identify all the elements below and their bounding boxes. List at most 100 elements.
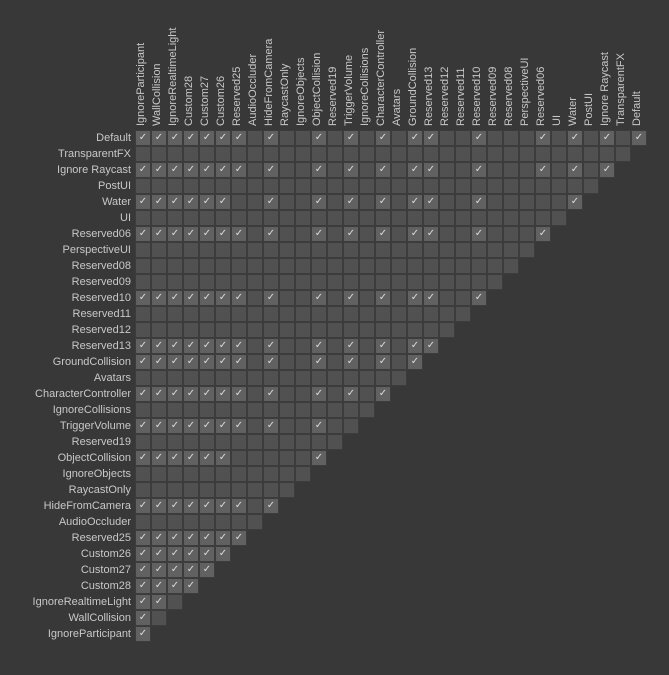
collision-checkbox[interactable] (151, 402, 167, 418)
collision-checkbox[interactable] (183, 258, 199, 274)
collision-checkbox[interactable] (423, 210, 439, 226)
collision-checkbox[interactable] (151, 610, 167, 626)
collision-checkbox[interactable] (359, 242, 375, 258)
collision-checkbox[interactable] (487, 242, 503, 258)
collision-checkbox[interactable] (327, 290, 343, 306)
collision-checkbox[interactable] (551, 178, 567, 194)
collision-checkbox[interactable]: ✓ (135, 354, 151, 370)
collision-checkbox[interactable] (471, 178, 487, 194)
collision-checkbox[interactable] (279, 178, 295, 194)
collision-checkbox[interactable] (167, 274, 183, 290)
collision-checkbox[interactable] (247, 370, 263, 386)
collision-checkbox[interactable] (247, 498, 263, 514)
collision-checkbox[interactable] (215, 402, 231, 418)
collision-checkbox[interactable] (455, 210, 471, 226)
collision-checkbox[interactable] (487, 210, 503, 226)
collision-checkbox[interactable]: ✓ (231, 386, 247, 402)
collision-checkbox[interactable] (215, 146, 231, 162)
collision-checkbox[interactable]: ✓ (135, 610, 151, 626)
collision-checkbox[interactable] (167, 482, 183, 498)
collision-checkbox[interactable]: ✓ (199, 354, 215, 370)
collision-checkbox[interactable] (231, 178, 247, 194)
collision-checkbox[interactable]: ✓ (183, 498, 199, 514)
collision-checkbox[interactable] (519, 242, 535, 258)
collision-checkbox[interactable] (359, 274, 375, 290)
collision-checkbox[interactable]: ✓ (263, 290, 279, 306)
collision-checkbox[interactable] (327, 402, 343, 418)
collision-checkbox[interactable] (151, 242, 167, 258)
collision-checkbox[interactable]: ✓ (151, 530, 167, 546)
collision-checkbox[interactable] (375, 274, 391, 290)
collision-checkbox[interactable] (167, 370, 183, 386)
collision-checkbox[interactable]: ✓ (183, 578, 199, 594)
collision-checkbox[interactable] (327, 418, 343, 434)
collision-checkbox[interactable] (519, 194, 535, 210)
collision-checkbox[interactable] (295, 418, 311, 434)
collision-checkbox[interactable]: ✓ (151, 226, 167, 242)
collision-checkbox[interactable] (135, 434, 151, 450)
collision-checkbox[interactable] (183, 274, 199, 290)
collision-checkbox[interactable] (359, 258, 375, 274)
collision-checkbox[interactable] (279, 210, 295, 226)
collision-checkbox[interactable]: ✓ (135, 130, 151, 146)
collision-checkbox[interactable]: ✓ (167, 562, 183, 578)
collision-checkbox[interactable] (391, 242, 407, 258)
collision-checkbox[interactable] (407, 274, 423, 290)
collision-checkbox[interactable] (135, 258, 151, 274)
collision-checkbox[interactable] (295, 130, 311, 146)
collision-checkbox[interactable] (135, 146, 151, 162)
collision-checkbox[interactable]: ✓ (407, 338, 423, 354)
collision-checkbox[interactable] (295, 146, 311, 162)
collision-checkbox[interactable] (247, 194, 263, 210)
collision-checkbox[interactable] (407, 178, 423, 194)
collision-checkbox[interactable] (247, 258, 263, 274)
collision-checkbox[interactable] (439, 178, 455, 194)
collision-checkbox[interactable] (167, 258, 183, 274)
collision-checkbox[interactable] (455, 194, 471, 210)
collision-checkbox[interactable]: ✓ (375, 130, 391, 146)
collision-checkbox[interactable]: ✓ (423, 194, 439, 210)
collision-checkbox[interactable]: ✓ (599, 130, 615, 146)
collision-checkbox[interactable] (295, 226, 311, 242)
collision-checkbox[interactable] (455, 226, 471, 242)
collision-checkbox[interactable] (263, 146, 279, 162)
collision-checkbox[interactable] (135, 514, 151, 530)
collision-checkbox[interactable] (375, 258, 391, 274)
collision-checkbox[interactable] (183, 210, 199, 226)
collision-checkbox[interactable]: ✓ (231, 338, 247, 354)
collision-checkbox[interactable] (359, 290, 375, 306)
collision-checkbox[interactable] (279, 274, 295, 290)
collision-checkbox[interactable] (279, 130, 295, 146)
collision-checkbox[interactable]: ✓ (423, 226, 439, 242)
collision-checkbox[interactable]: ✓ (199, 290, 215, 306)
collision-checkbox[interactable] (455, 306, 471, 322)
collision-checkbox[interactable]: ✓ (311, 386, 327, 402)
collision-checkbox[interactable]: ✓ (167, 194, 183, 210)
collision-checkbox[interactable]: ✓ (263, 498, 279, 514)
collision-checkbox[interactable] (231, 242, 247, 258)
collision-checkbox[interactable] (199, 514, 215, 530)
collision-checkbox[interactable]: ✓ (135, 578, 151, 594)
collision-checkbox[interactable] (215, 370, 231, 386)
collision-checkbox[interactable] (487, 194, 503, 210)
collision-checkbox[interactable]: ✓ (231, 530, 247, 546)
collision-checkbox[interactable]: ✓ (375, 290, 391, 306)
collision-checkbox[interactable] (263, 274, 279, 290)
collision-checkbox[interactable]: ✓ (231, 498, 247, 514)
collision-checkbox[interactable] (311, 274, 327, 290)
collision-checkbox[interactable]: ✓ (471, 290, 487, 306)
collision-checkbox[interactable]: ✓ (151, 578, 167, 594)
collision-checkbox[interactable]: ✓ (343, 338, 359, 354)
collision-checkbox[interactable]: ✓ (199, 498, 215, 514)
collision-checkbox[interactable]: ✓ (151, 450, 167, 466)
collision-checkbox[interactable] (183, 466, 199, 482)
collision-checkbox[interactable] (359, 178, 375, 194)
collision-checkbox[interactable]: ✓ (167, 290, 183, 306)
collision-checkbox[interactable] (295, 386, 311, 402)
collision-checkbox[interactable] (135, 370, 151, 386)
collision-checkbox[interactable] (263, 402, 279, 418)
collision-checkbox[interactable] (199, 306, 215, 322)
collision-checkbox[interactable] (343, 178, 359, 194)
collision-checkbox[interactable] (327, 274, 343, 290)
collision-checkbox[interactable]: ✓ (183, 194, 199, 210)
